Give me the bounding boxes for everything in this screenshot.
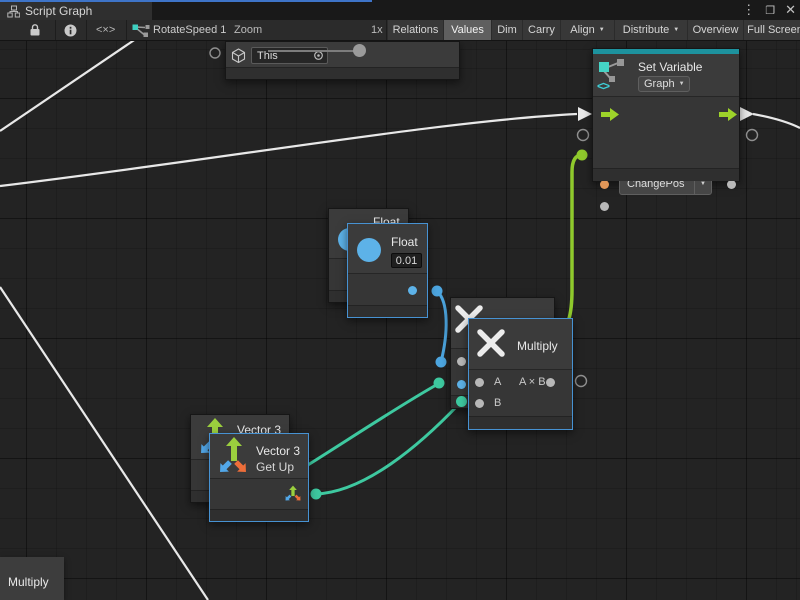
- multiply-x-icon: [477, 329, 505, 357]
- toolbar-button-align[interactable]: Align▼: [561, 20, 614, 40]
- float-value: 0.01: [396, 255, 417, 267]
- node-body: [348, 273, 427, 308]
- node-this[interactable]: This: [225, 41, 460, 80]
- port-b-label: B: [494, 397, 501, 409]
- unity-script-graph-window: This <> Set Variable Graph ▼: [0, 0, 800, 600]
- node-title: Multiply: [517, 339, 558, 353]
- node-footer: [348, 305, 427, 317]
- node-body: [210, 478, 308, 512]
- port-b-input[interactable]: [475, 399, 484, 408]
- window-maximize-button[interactable]: ❐: [765, 4, 775, 17]
- node-footer: [469, 416, 572, 429]
- vector3-up-arrow-icon: [226, 437, 242, 461]
- node-footer: [210, 509, 308, 521]
- port-value-output[interactable]: [727, 180, 736, 189]
- control-output-arrow[interactable]: [719, 108, 737, 121]
- node-title: Set Variable: [638, 60, 702, 74]
- node-accent-bar: [593, 49, 739, 54]
- node-set-variable[interactable]: <> Set Variable Graph ▼ ChangePos ▼: [592, 48, 740, 182]
- port-result-output[interactable]: [546, 378, 555, 387]
- node-vector3-get-up[interactable]: Vector 3 Get Up: [209, 433, 309, 522]
- port-a-label: A: [494, 376, 501, 388]
- control-input-arrow[interactable]: [601, 108, 619, 121]
- node-multiply[interactable]: Multiply A A × B B: [468, 318, 573, 430]
- wire-end-ball-teal[interactable]: [456, 396, 467, 407]
- output-label: A × B: [519, 376, 546, 388]
- vector3-output-icon[interactable]: [282, 483, 304, 505]
- toolbar-button-carry[interactable]: Carry: [523, 20, 560, 40]
- gameobject-cube-icon: [231, 48, 246, 63]
- script-graph-icon: [7, 5, 20, 18]
- toolbar-button-overview[interactable]: Overview: [688, 20, 743, 40]
- toolbar-button-values[interactable]: Values: [444, 20, 491, 40]
- vector3-downright-arrow-icon: [234, 460, 248, 474]
- window-menu-button[interactable]: ⋮: [742, 2, 755, 18]
- port-float-output[interactable]: [408, 286, 417, 295]
- toolbar-button-relations[interactable]: Relations: [388, 20, 443, 40]
- variable-scope-dropdown[interactable]: Graph ▼: [638, 76, 690, 92]
- port-a-input[interactable]: [457, 357, 466, 366]
- code-preview-button[interactable]: <×>: [96, 24, 115, 36]
- node-subtitle: Get Up: [256, 460, 294, 474]
- node-body: A A × B B: [469, 369, 572, 419]
- graph-breadcrumb[interactable]: RotateSpeed 1: [153, 24, 226, 36]
- zoom-value: 1x: [371, 24, 383, 36]
- tab-label: Script Graph: [25, 4, 92, 18]
- toolbar-button-distribute[interactable]: Distribute▼: [615, 20, 687, 40]
- scope-value: Graph: [644, 78, 675, 90]
- port-fallback-input[interactable]: [600, 202, 609, 211]
- float-value-field[interactable]: 0.01: [391, 253, 422, 268]
- node-title: Float: [391, 235, 418, 249]
- window-controls: ⋮ ❐ ✕: [742, 0, 796, 20]
- set-variable-code-icon: <>: [597, 79, 609, 93]
- port-a-input[interactable]: [475, 378, 484, 387]
- zoom-slider-track[interactable]: [268, 50, 360, 52]
- tab-script-graph[interactable]: Script Graph: [0, 2, 152, 20]
- tab-strip: Script Graph ⋮ ❐ ✕: [0, 0, 800, 20]
- port-b-input[interactable]: [457, 380, 466, 389]
- info-button[interactable]: [64, 24, 77, 37]
- node-title: Vector 3: [256, 444, 300, 458]
- chevron-down-icon: ▼: [599, 27, 605, 33]
- window-close-button[interactable]: ✕: [785, 2, 796, 18]
- graph-toolbar: <×> RotateSpeed 1 Zoom 1x Relations Valu…: [0, 20, 800, 41]
- chevron-down-icon: ▼: [679, 81, 685, 87]
- node-body: ChangePos ▼: [593, 96, 739, 172]
- zoom-slider-handle[interactable]: [353, 44, 366, 57]
- chevron-down-icon: ▼: [673, 27, 679, 33]
- lock-button[interactable]: [29, 23, 41, 37]
- float-icon: [357, 238, 381, 262]
- toolbar-button-fullscreen[interactable]: Full Screen: [744, 20, 800, 40]
- vector3-downleft-arrow-icon: [218, 460, 232, 474]
- node-footer: [226, 67, 459, 79]
- node-footer: [593, 168, 739, 181]
- zoom-label: Zoom: [234, 24, 262, 36]
- toolbar-button-dim[interactable]: Dim: [492, 20, 522, 40]
- node-multiply-partial[interactable]: Multiply: [0, 557, 64, 600]
- node-title: Multiply: [8, 575, 49, 589]
- node-float[interactable]: Float 0.01: [347, 223, 428, 318]
- port-value-input[interactable]: [600, 180, 609, 189]
- graph-breadcrumb-icon: [132, 24, 150, 37]
